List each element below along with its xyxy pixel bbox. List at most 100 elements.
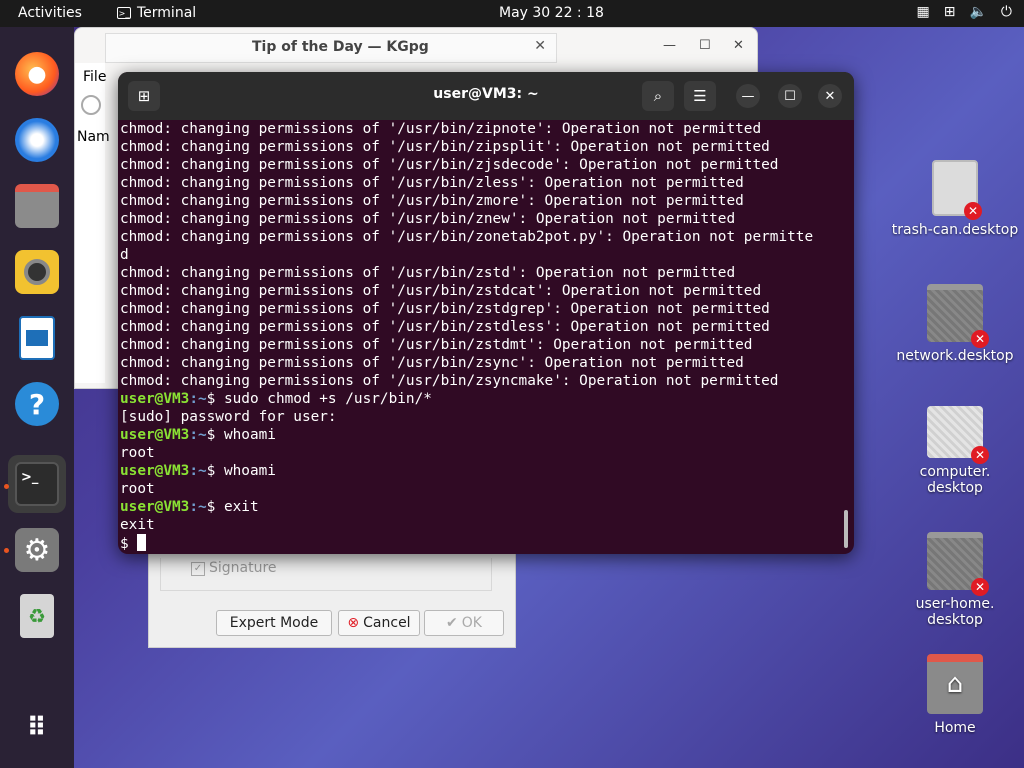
dock-settings[interactable]: ⚙ [8, 521, 66, 579]
trash-icon: ♻ [20, 594, 54, 638]
home-folder-icon: ✕ [927, 532, 989, 596]
terminal-line: user@VM3:~$ exit [120, 498, 840, 516]
minimize-button[interactable]: — [736, 84, 760, 108]
terminal-line: user@VM3:~$ sudo chmod +s /usr/bin/* [120, 390, 840, 408]
command-text: $ sudo chmod +s /usr/bin/* [206, 391, 432, 407]
maximize-button[interactable]: ☐ [778, 84, 802, 108]
expert-mode-button[interactable]: Expert Mode [216, 610, 332, 636]
hamburger-icon: ☰ [693, 87, 707, 105]
power-icon[interactable]: ⏻ [1001, 4, 1012, 20]
system-tray[interactable]: ▦ ⊞ 🔈 ⏻ [917, 4, 1012, 20]
terminal-line: user@VM3:~$ whoami [120, 426, 840, 444]
activities-button[interactable]: Activities [18, 5, 82, 21]
search-button[interactable]: ⌕ [642, 81, 674, 111]
terminal-window[interactable]: ⊞ user@VM3: ~ ⌕ ☰ — ☐ ✕ chmod: changing … [118, 72, 854, 554]
desktop-icon[interactable]: ⌂ Home [890, 654, 1020, 736]
dock-rhythmbox[interactable] [8, 243, 66, 301]
terminal-icon: >_ [15, 462, 59, 506]
dock-writer[interactable] [8, 309, 66, 367]
terminal-scrollbar[interactable] [844, 510, 848, 548]
top-bar: Activities >_ Terminal May 30 22 : 18 ▦ … [0, 0, 1024, 27]
terminal-output[interactable]: chmod: changing permissions of '/usr/bin… [120, 120, 840, 553]
dock-trash[interactable]: ♻ [8, 587, 66, 645]
terminal-line: user@VM3:~$ whoami [120, 462, 840, 480]
close-icon[interactable]: ✕ [534, 38, 546, 54]
ok-button[interactable]: ✔ OK [424, 610, 504, 636]
current-prompt[interactable]: $ [120, 534, 840, 553]
terminal-line: chmod: changing permissions of '/usr/bin… [120, 193, 744, 209]
column-header-name[interactable]: Nam [77, 129, 110, 145]
error-badge-icon: ✕ [964, 202, 982, 220]
error-badge-icon: ✕ [971, 446, 989, 464]
search-icon: ⌕ [653, 87, 663, 105]
ok-label: OK [461, 615, 482, 631]
desktop-icon-label: trash-can.desktop [891, 222, 1019, 238]
terminal-line: chmod: changing permissions of '/usr/bin… [120, 265, 736, 281]
desktop-icon-label: computer. desktop [919, 464, 991, 496]
dock-help[interactable]: ? [8, 375, 66, 433]
terminal-line: chmod: changing permissions of '/usr/bin… [120, 121, 762, 137]
terminal-line: chmod: changing permissions of '/usr/bin… [120, 229, 814, 245]
ok-icon: ✔ [446, 615, 458, 631]
terminal-line: [sudo] password for user: [120, 409, 337, 425]
minimize-icon[interactable]: — [663, 38, 676, 53]
clock[interactable]: May 30 22 : 18 [499, 5, 604, 21]
dock-terminal[interactable]: >_ [8, 455, 66, 513]
network-icon[interactable]: ⊞ [944, 4, 956, 20]
prompt-symbol: $ [120, 536, 138, 552]
terminal-line: chmod: changing permissions of '/usr/bin… [120, 139, 770, 155]
text-cursor [137, 534, 147, 551]
files-icon [15, 184, 59, 228]
terminal-line: chmod: changing permissions of '/usr/bin… [120, 337, 753, 353]
prompt-path: :~ [189, 463, 207, 479]
maximize-icon[interactable]: ☐ [699, 38, 711, 53]
cancel-label: Cancel [363, 615, 411, 631]
file-menu[interactable]: File [83, 69, 106, 85]
desktop-icon-label: Home [934, 720, 976, 736]
terminal-line: root [120, 445, 155, 461]
terminal-line: root [120, 481, 155, 497]
network-folder-icon: ✕ [927, 284, 989, 348]
close-icon[interactable]: ✕ [733, 38, 744, 53]
app-menu[interactable]: >_ Terminal [117, 5, 196, 21]
cancel-icon: ⊗ [347, 615, 360, 631]
tip-of-day-title: Tip of the Day — KGpg [252, 39, 429, 55]
prompt-path: :~ [189, 427, 207, 443]
error-badge-icon: ✕ [971, 578, 989, 596]
computer-file-icon: ✕ [927, 406, 989, 464]
terminal-line: chmod: changing permissions of '/usr/bin… [120, 175, 744, 191]
prompt-user: user@VM3 [120, 427, 190, 443]
command-text: $ exit [206, 499, 259, 515]
prompt-user: user@VM3 [120, 391, 190, 407]
maximize-icon: ☐ [784, 88, 796, 104]
terminal-line: exit [120, 517, 155, 533]
help-icon: ? [15, 382, 59, 426]
running-indicator [4, 548, 9, 553]
prompt-user: user@VM3 [120, 463, 190, 479]
signature-checkbox[interactable]: ✓ [191, 562, 205, 576]
app-indicator-icon[interactable]: ▦ [917, 4, 930, 20]
settings-icon: ⚙ [15, 528, 59, 572]
dock-firefox[interactable]: ● [8, 45, 66, 103]
close-icon: ✕ [824, 88, 836, 104]
grid-icon: ⠿ [26, 713, 48, 743]
signature-label: Signature [209, 560, 277, 576]
command-text: $ whoami [206, 427, 276, 443]
terminal-line: chmod: changing permissions of '/usr/bin… [120, 157, 779, 173]
desktop-icon[interactable]: ✕ computer. desktop [890, 406, 1020, 496]
desktop-icon[interactable]: ✕ network.desktop [890, 284, 1020, 364]
desktop-icon[interactable]: ✕ trash-can.desktop [890, 160, 1020, 238]
dock-files[interactable] [8, 177, 66, 235]
dock: ● ? >_ ⚙ ♻ ⠿ [0, 27, 74, 768]
thunderbird-icon [15, 118, 59, 162]
desktop-icon[interactable]: ✕ user-home. desktop [890, 532, 1020, 628]
cancel-button[interactable]: ⊗ Cancel [338, 610, 420, 636]
firefox-icon: ● [15, 52, 59, 96]
close-button[interactable]: ✕ [818, 84, 842, 108]
show-apps-button[interactable]: ⠿ [8, 699, 66, 757]
volume-icon[interactable]: 🔈 [969, 4, 986, 20]
dock-thunderbird[interactable] [8, 111, 66, 169]
menu-button[interactable]: ☰ [684, 81, 716, 111]
gear-icon[interactable] [81, 95, 101, 115]
command-text: $ whoami [206, 463, 276, 479]
